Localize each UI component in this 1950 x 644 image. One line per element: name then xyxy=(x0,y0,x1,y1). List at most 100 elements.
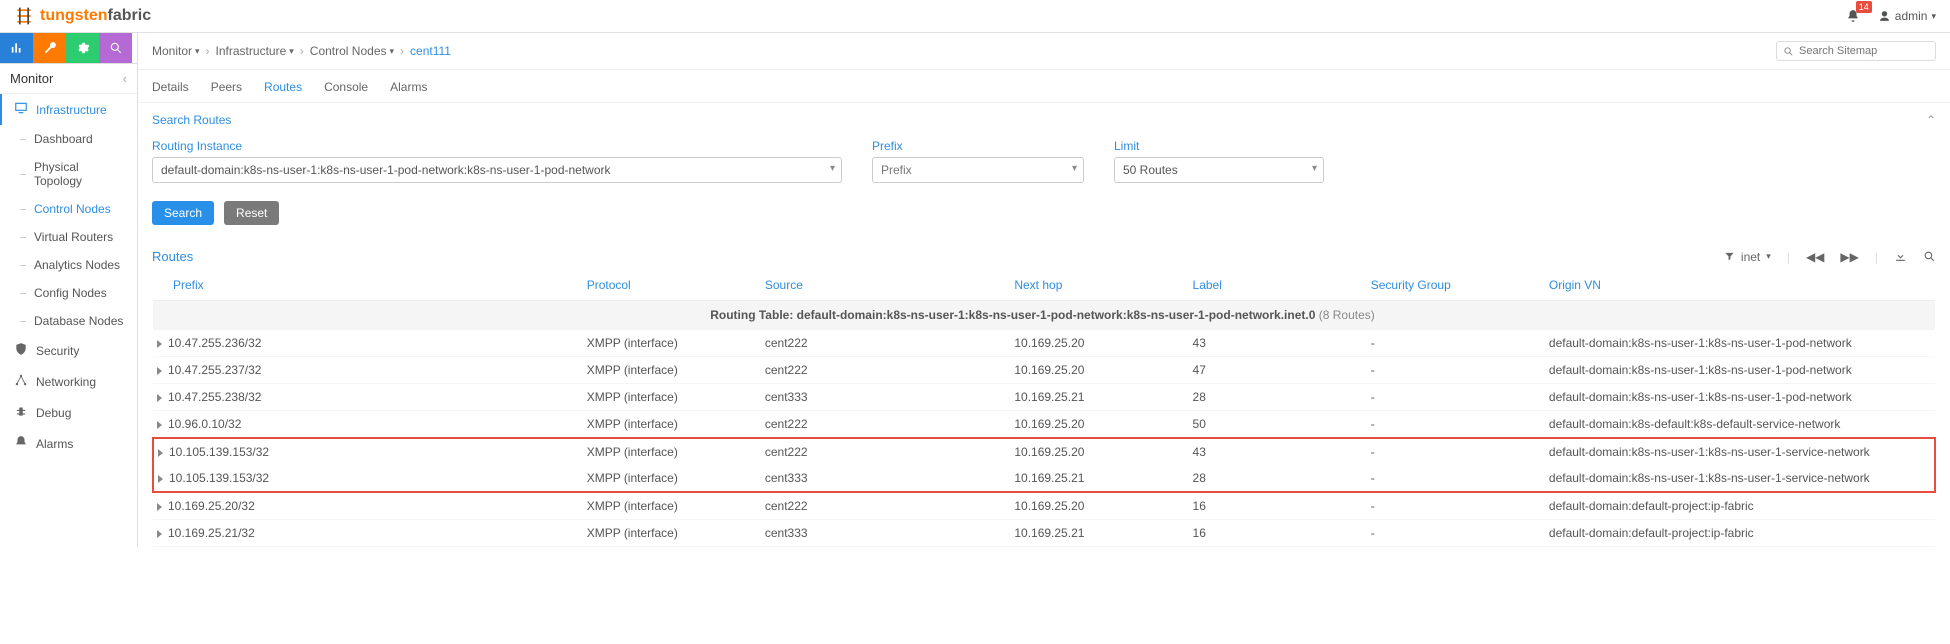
cell-label: 28 xyxy=(1187,384,1365,411)
col-origin-vn[interactable]: Origin VN xyxy=(1543,270,1935,301)
query-section-button[interactable] xyxy=(99,33,132,63)
col-source[interactable]: Source xyxy=(759,270,1008,301)
cell-origin-vn: default-domain:k8s-default:k8s-default-s… xyxy=(1543,411,1935,439)
cell-next-hop: 10.169.25.20 xyxy=(1008,357,1186,384)
limit-dropdown[interactable]: 50 Routes xyxy=(1114,157,1324,183)
sidebar-item-config-nodes[interactable]: Config Nodes xyxy=(0,279,137,307)
expand-row-button[interactable] xyxy=(157,503,162,511)
table-search-button[interactable] xyxy=(1923,250,1936,263)
sidebar-item-networking[interactable]: Networking xyxy=(0,366,137,397)
cell-next-hop: 10.169.25.20 xyxy=(1008,492,1186,520)
cell-next-hop: 10.169.25.20 xyxy=(1008,438,1186,465)
cell-security-group: - xyxy=(1365,357,1543,384)
cell-security-group: - xyxy=(1365,411,1543,439)
cell-protocol: XMPP (interface) xyxy=(581,520,759,547)
breadcrumb-monitor[interactable]: Monitor▾ xyxy=(152,44,200,58)
search-routes-panel: Search Routes ⌃ Routing Instance default… xyxy=(138,103,1950,235)
sitemap-search-input[interactable] xyxy=(1799,45,1919,57)
sidebar-item-label: Dashboard xyxy=(34,132,93,146)
page-next-button[interactable]: ▶▶ xyxy=(1840,250,1858,264)
tabs: Details Peers Routes Console Alarms xyxy=(138,70,1950,103)
page-first-button[interactable]: ◀◀ xyxy=(1806,250,1824,264)
routing-instance-dropdown[interactable]: default-domain:k8s-ns-user-1:k8s-ns-user… xyxy=(152,157,842,183)
sidebar-item-label: Database Nodes xyxy=(34,314,123,328)
expand-row-button[interactable] xyxy=(158,475,163,483)
table-row: 10.169.25.20/32XMPP (interface)cent22210… xyxy=(153,492,1935,520)
export-button[interactable] xyxy=(1894,250,1907,263)
tab-routes[interactable]: Routes xyxy=(264,80,302,94)
col-label[interactable]: Label xyxy=(1187,270,1365,301)
cell-protocol: XMPP (interface) xyxy=(581,411,759,439)
col-security-group[interactable]: Security Group xyxy=(1365,270,1543,301)
sitemap-search[interactable] xyxy=(1776,41,1936,61)
routes-filter-dropdown[interactable]: inet ▾ xyxy=(1724,250,1771,264)
sidebar-item-alarms[interactable]: Alarms xyxy=(0,428,137,459)
configure-section-button[interactable] xyxy=(33,33,66,63)
breadcrumb-infrastructure[interactable]: Infrastructure▾ xyxy=(216,44,294,58)
sidebar-item-label: Infrastructure xyxy=(36,103,107,117)
prefix-value: 10.105.139.153/32 xyxy=(169,471,269,485)
table-row: 10.105.139.153/32XMPP (interface)cent222… xyxy=(153,438,1935,465)
sidebar-item-physical-topology[interactable]: Physical Topology xyxy=(0,153,137,195)
reset-button[interactable]: Reset xyxy=(224,201,279,225)
cell-security-group: - xyxy=(1365,384,1543,411)
col-protocol[interactable]: Protocol xyxy=(581,270,759,301)
cell-origin-vn: default-domain:k8s-ns-user-1:k8s-ns-user… xyxy=(1543,465,1935,492)
col-next-hop[interactable]: Next hop xyxy=(1008,270,1186,301)
search-icon xyxy=(109,41,123,55)
collapse-panel-button[interactable]: ⌃ xyxy=(1926,113,1936,127)
search-button[interactable]: Search xyxy=(152,201,214,225)
sidebar-item-label: Debug xyxy=(36,406,71,420)
brand[interactable]: tungstenfabric xyxy=(14,6,151,26)
sidebar-item-control-nodes[interactable]: Control Nodes xyxy=(0,195,137,223)
tab-peers[interactable]: Peers xyxy=(211,80,242,94)
wrench-icon xyxy=(43,41,57,55)
tab-alarms[interactable]: Alarms xyxy=(390,80,427,94)
sidebar-item-dashboard[interactable]: Dashboard xyxy=(0,125,137,153)
cell-protocol: XMPP (interface) xyxy=(581,438,759,465)
expand-row-button[interactable] xyxy=(157,394,162,402)
tab-details[interactable]: Details xyxy=(152,80,189,94)
bell-icon xyxy=(14,435,28,452)
cell-prefix: 10.47.255.238/32 xyxy=(153,384,581,411)
caret-down-icon: ▾ xyxy=(1931,11,1936,22)
caret-down-icon: ▾ xyxy=(1766,251,1771,262)
prefix-value: 10.169.25.20/32 xyxy=(168,499,255,513)
sidebar-item-label: Analytics Nodes xyxy=(34,258,120,272)
tab-console[interactable]: Console xyxy=(324,80,368,94)
expand-row-button[interactable] xyxy=(157,367,162,375)
user-menu[interactable]: admin ▾ xyxy=(1878,9,1936,23)
notifications-button[interactable]: 14 xyxy=(1846,9,1860,23)
breadcrumb-row: Monitor▾›Infrastructure▾›Control Nodes▾›… xyxy=(138,33,1950,70)
sidebar-item-virtual-routers[interactable]: Virtual Routers xyxy=(0,223,137,251)
sidebar-item-label: Virtual Routers xyxy=(34,230,113,244)
cell-next-hop: 10.169.25.21 xyxy=(1008,384,1186,411)
cell-prefix: 10.47.255.236/32 xyxy=(153,330,581,357)
expand-row-button[interactable] xyxy=(157,530,162,538)
monitor-section-button[interactable] xyxy=(0,33,33,63)
limit-label: Limit xyxy=(1114,139,1324,153)
cell-source: cent222 xyxy=(759,330,1008,357)
prefix-input[interactable] xyxy=(881,163,1061,177)
routing-table-group-cell: Routing Table: default-domain:k8s-ns-use… xyxy=(153,301,1935,330)
expand-row-button[interactable] xyxy=(157,421,162,429)
breadcrumb-label: Control Nodes xyxy=(310,44,387,58)
network-icon xyxy=(14,373,28,390)
cell-source: cent222 xyxy=(759,411,1008,439)
sidebar-item-debug[interactable]: Debug xyxy=(0,397,137,428)
col-prefix[interactable]: Prefix xyxy=(153,270,581,301)
table-row: 10.47.255.237/32XMPP (interface)cent2221… xyxy=(153,357,1935,384)
expand-row-button[interactable] xyxy=(157,340,162,348)
expand-row-button[interactable] xyxy=(158,449,163,457)
settings-section-button[interactable] xyxy=(66,33,99,63)
breadcrumb-cent111[interactable]: cent111 xyxy=(410,44,451,58)
sidebar-item-infrastructure[interactable]: Infrastructure xyxy=(0,94,137,125)
sidebar-item-database-nodes[interactable]: Database Nodes xyxy=(0,307,137,335)
cell-security-group: - xyxy=(1365,330,1543,357)
sidebar-item-analytics-nodes[interactable]: Analytics Nodes xyxy=(0,251,137,279)
sidebar-item-security[interactable]: Security xyxy=(0,335,137,366)
collapse-sidebar-button[interactable]: ‹ xyxy=(123,71,127,86)
cell-origin-vn: default-domain:k8s-ns-user-1:k8s-ns-user… xyxy=(1543,384,1935,411)
breadcrumb-control-nodes[interactable]: Control Nodes▾ xyxy=(310,44,394,58)
prefix-dropdown[interactable] xyxy=(872,157,1084,183)
